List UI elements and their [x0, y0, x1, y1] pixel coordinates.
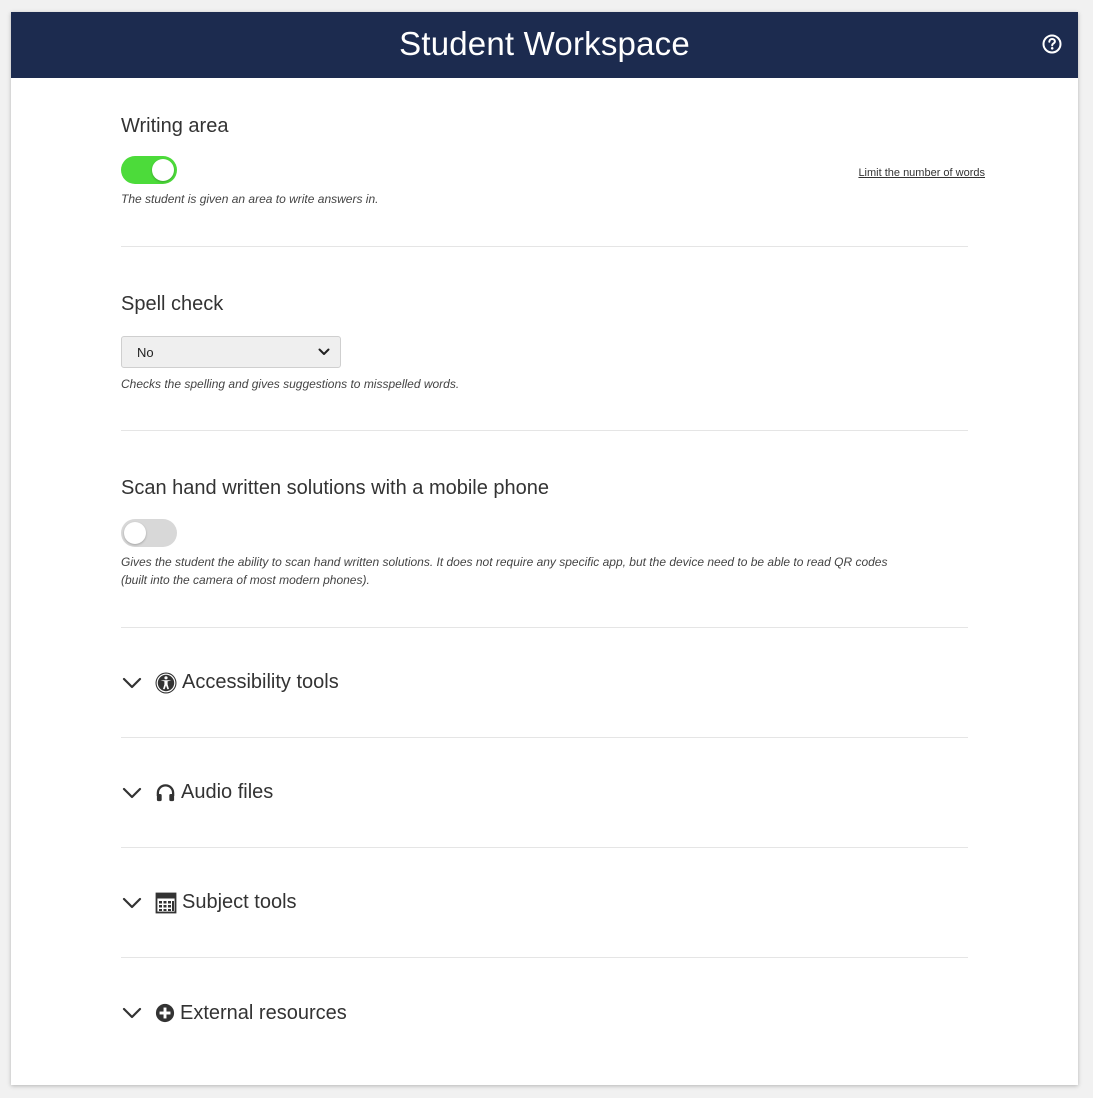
spell-check-select[interactable]: No — [121, 336, 341, 368]
spell-check-description: Checks the spelling and gives suggestion… — [121, 377, 460, 391]
accessibility-tools-toggle[interactable]: Accessibility tools — [121, 628, 968, 738]
header-bar: Student Workspace — [11, 12, 1078, 78]
chevron-down-icon — [122, 787, 142, 798]
external-resources-toggle[interactable]: External resources — [121, 958, 968, 1068]
accessibility-icon — [155, 672, 177, 693]
limit-words-link[interactable]: Limit the number of words — [858, 167, 985, 179]
calculator-icon — [155, 892, 177, 913]
accessibility-tools-label: Accessibility tools — [182, 671, 339, 693]
writing-area-description: The student is given an area to write an… — [121, 192, 379, 206]
scan-description-line-2: (built into the camera of most modern ph… — [121, 573, 370, 587]
spell-check-section: Spell check No Checks the spelling and g… — [121, 247, 968, 431]
audio-files-toggle[interactable]: Audio files — [121, 738, 968, 848]
spell-check-selected-value: No — [137, 344, 154, 360]
scan-toggle[interactable] — [121, 519, 177, 547]
toggle-knob — [124, 522, 146, 544]
scan-description-line-1: Gives the student the ability to scan ha… — [121, 555, 888, 569]
help-icon[interactable] — [1042, 34, 1062, 54]
subject-tools-toggle[interactable]: Subject tools — [121, 848, 968, 958]
spell-check-title: Spell check — [121, 293, 224, 315]
toggle-knob — [152, 159, 174, 181]
chevron-down-icon — [122, 677, 142, 688]
chevron-down-icon — [318, 348, 330, 355]
page-title: Student Workspace — [399, 25, 690, 62]
plus-circle-icon — [155, 1003, 175, 1023]
scan-description: Gives the student the ability to scan ha… — [121, 553, 981, 589]
subject-tools-label: Subject tools — [182, 891, 297, 913]
writing-area-title: Writing area — [121, 115, 229, 137]
student-workspace-panel: Student Workspace Writing area Limit the… — [11, 12, 1078, 1085]
writing-area-section: Writing area Limit the number of words T… — [121, 78, 985, 247]
audio-files-label: Audio files — [181, 781, 274, 803]
scan-title: Scan hand written solutions with a mobil… — [121, 477, 550, 499]
chevron-down-icon — [122, 1007, 142, 1019]
external-resources-label: External resources — [180, 1001, 347, 1024]
chevron-down-icon — [122, 897, 142, 908]
scan-section: Scan hand written solutions with a mobil… — [121, 431, 968, 628]
writing-area-toggle[interactable] — [121, 156, 177, 184]
settings-content: Writing area Limit the number of words T… — [121, 78, 985, 1068]
headphones-icon — [156, 783, 175, 801]
